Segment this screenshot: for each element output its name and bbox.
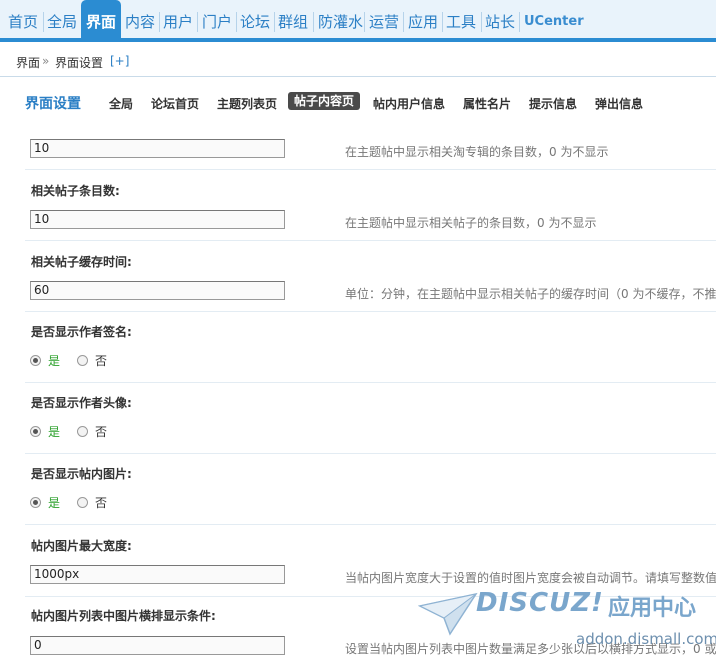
image-max-width-tip: 当帖内图片宽度大于设置的值时图片宽度会被自动调节。请填写整数值: [345, 571, 716, 585]
nav-home[interactable]: 首页: [8, 10, 38, 34]
nav-forum[interactable]: 论坛: [240, 10, 270, 34]
image-max-width-label: 帖内图片最大宽度:: [31, 539, 132, 553]
show-avatar-yes-label[interactable]: 是: [48, 425, 60, 439]
nav-groups[interactable]: 群组: [278, 10, 308, 34]
nav-divider: [313, 12, 314, 32]
app-center-text: 应用中心: [608, 596, 697, 621]
setting-row-show-avatar: 是否显示作者头像: 是否: [25, 383, 716, 454]
nav-divider: [403, 12, 404, 32]
related-count-tip: 在主题帖中显示相关帖子的条目数，0 为不显示: [345, 216, 597, 230]
tab-attribute-card[interactable]: 属性名片: [463, 95, 511, 112]
show-images-no-label[interactable]: 否: [95, 496, 107, 510]
tab-popup-info[interactable]: 弹出信息: [595, 95, 643, 112]
nav-divider: [481, 12, 482, 32]
nav-users[interactable]: 用户: [163, 10, 193, 34]
breadcrumb: 界面 » 界面设置 [+]: [0, 46, 716, 77]
paper-plane-icon: [418, 592, 478, 636]
nav-global[interactable]: 全局: [47, 10, 77, 34]
nav-divider: [43, 12, 44, 32]
related-cache-input[interactable]: 60: [30, 281, 285, 300]
nav-interface[interactable]: 界面: [81, 0, 122, 38]
image-list-horizontal-label: 帖内图片列表中图片横排显示条件:: [31, 609, 216, 623]
album-count-tip: 在主题帖中显示相关淘专辑的条目数，0 为不显示: [345, 145, 609, 159]
page-title: 界面设置: [25, 96, 81, 112]
discuz-logo-text: DISCUZ!: [476, 588, 604, 618]
breadcrumb-root[interactable]: 界面: [16, 54, 40, 71]
setting-row-related-count: 相关帖子条目数: 10 在主题帖中显示相关帖子的条目数，0 为不显示: [25, 170, 716, 241]
nav-antispam[interactable]: 防灌水: [318, 10, 363, 34]
show-avatar-no-label[interactable]: 否: [95, 425, 107, 439]
discuz-watermark: DISCUZ! 应用中心 addon.dismall.com: [418, 586, 716, 651]
show-images-yes-label[interactable]: 是: [48, 496, 60, 510]
top-navigation: 首页 全局 界面 内容 用户 门户 论坛 群组 防灌水 运营 应用 工具 站长 …: [0, 0, 716, 42]
show-images-no-radio[interactable]: [77, 497, 89, 508]
show-images-radio-group: 是否: [30, 494, 124, 510]
nav-ucenter[interactable]: UCenter: [524, 10, 584, 34]
tab-global[interactable]: 全局: [109, 95, 133, 112]
show-signature-no-radio[interactable]: [77, 355, 89, 366]
show-avatar-yes-radio[interactable]: [30, 426, 41, 437]
nav-apps[interactable]: 应用: [408, 10, 438, 34]
nav-portal[interactable]: 门户: [202, 10, 232, 34]
show-signature-radio-group: 是否: [30, 352, 124, 368]
show-signature-yes-radio[interactable]: [30, 355, 41, 366]
show-images-yes-radio[interactable]: [30, 497, 41, 508]
nav-tools[interactable]: 工具: [446, 10, 476, 34]
show-signature-yes-label[interactable]: 是: [48, 354, 60, 368]
album-count-input[interactable]: 10: [30, 139, 285, 158]
setting-row-show-images: 是否显示帖内图片: 是否: [25, 454, 716, 525]
tab-post-content[interactable]: 帖子内容页: [288, 92, 361, 110]
nav-divider: [274, 12, 275, 32]
show-avatar-radio-group: 是否: [30, 423, 124, 439]
nav-webmaster[interactable]: 站长: [485, 10, 515, 34]
nav-divider: [364, 12, 365, 32]
show-signature-no-label[interactable]: 否: [95, 354, 107, 368]
show-avatar-no-radio[interactable]: [77, 426, 89, 437]
show-avatar-label: 是否显示作者头像:: [31, 396, 132, 410]
nav-divider: [519, 12, 520, 32]
tab-post-user-info[interactable]: 帖内用户信息: [373, 95, 445, 112]
setting-row-show-signature: 是否显示作者签名: 是否: [25, 312, 716, 383]
tab-forum-home[interactable]: 论坛首页: [151, 95, 199, 112]
breadcrumb-separator: »: [42, 54, 50, 68]
setting-row-album-count: 10 在主题帖中显示相关淘专辑的条目数，0 为不显示: [25, 118, 716, 170]
watermark-url: addon.dismall.com: [576, 630, 716, 648]
show-images-label: 是否显示帖内图片:: [31, 467, 132, 481]
related-cache-label: 相关帖子缓存时间:: [31, 255, 132, 269]
nav-content[interactable]: 内容: [125, 10, 155, 34]
image-list-horizontal-input[interactable]: 0: [30, 636, 285, 655]
breadcrumb-current: 界面设置: [55, 56, 104, 70]
nav-divider: [197, 12, 198, 32]
sub-navigation: 界面设置 全局 论坛首页 主题列表页 帖子内容页 帖内用户信息 属性名片 提示信…: [0, 88, 716, 118]
nav-divider: [159, 12, 160, 32]
tab-prompt-info[interactable]: 提示信息: [529, 95, 577, 112]
related-count-input[interactable]: 10: [30, 210, 285, 229]
image-max-width-input[interactable]: 1000px: [30, 565, 285, 584]
related-count-label: 相关帖子条目数:: [31, 184, 120, 198]
nav-divider: [236, 12, 237, 32]
nav-divider: [442, 12, 443, 32]
related-cache-tip: 单位：分钟，在主题帖中显示相关帖子的缓存时间（0 为不缓存，不推: [345, 287, 716, 301]
show-signature-label: 是否显示作者签名:: [31, 325, 132, 339]
breadcrumb-add-link[interactable]: [+]: [110, 54, 129, 68]
tab-thread-list[interactable]: 主题列表页: [217, 95, 277, 112]
setting-row-related-cache: 相关帖子缓存时间: 60 单位：分钟，在主题帖中显示相关帖子的缓存时间（0 为不…: [25, 241, 716, 312]
nav-operations[interactable]: 运营: [369, 10, 399, 34]
